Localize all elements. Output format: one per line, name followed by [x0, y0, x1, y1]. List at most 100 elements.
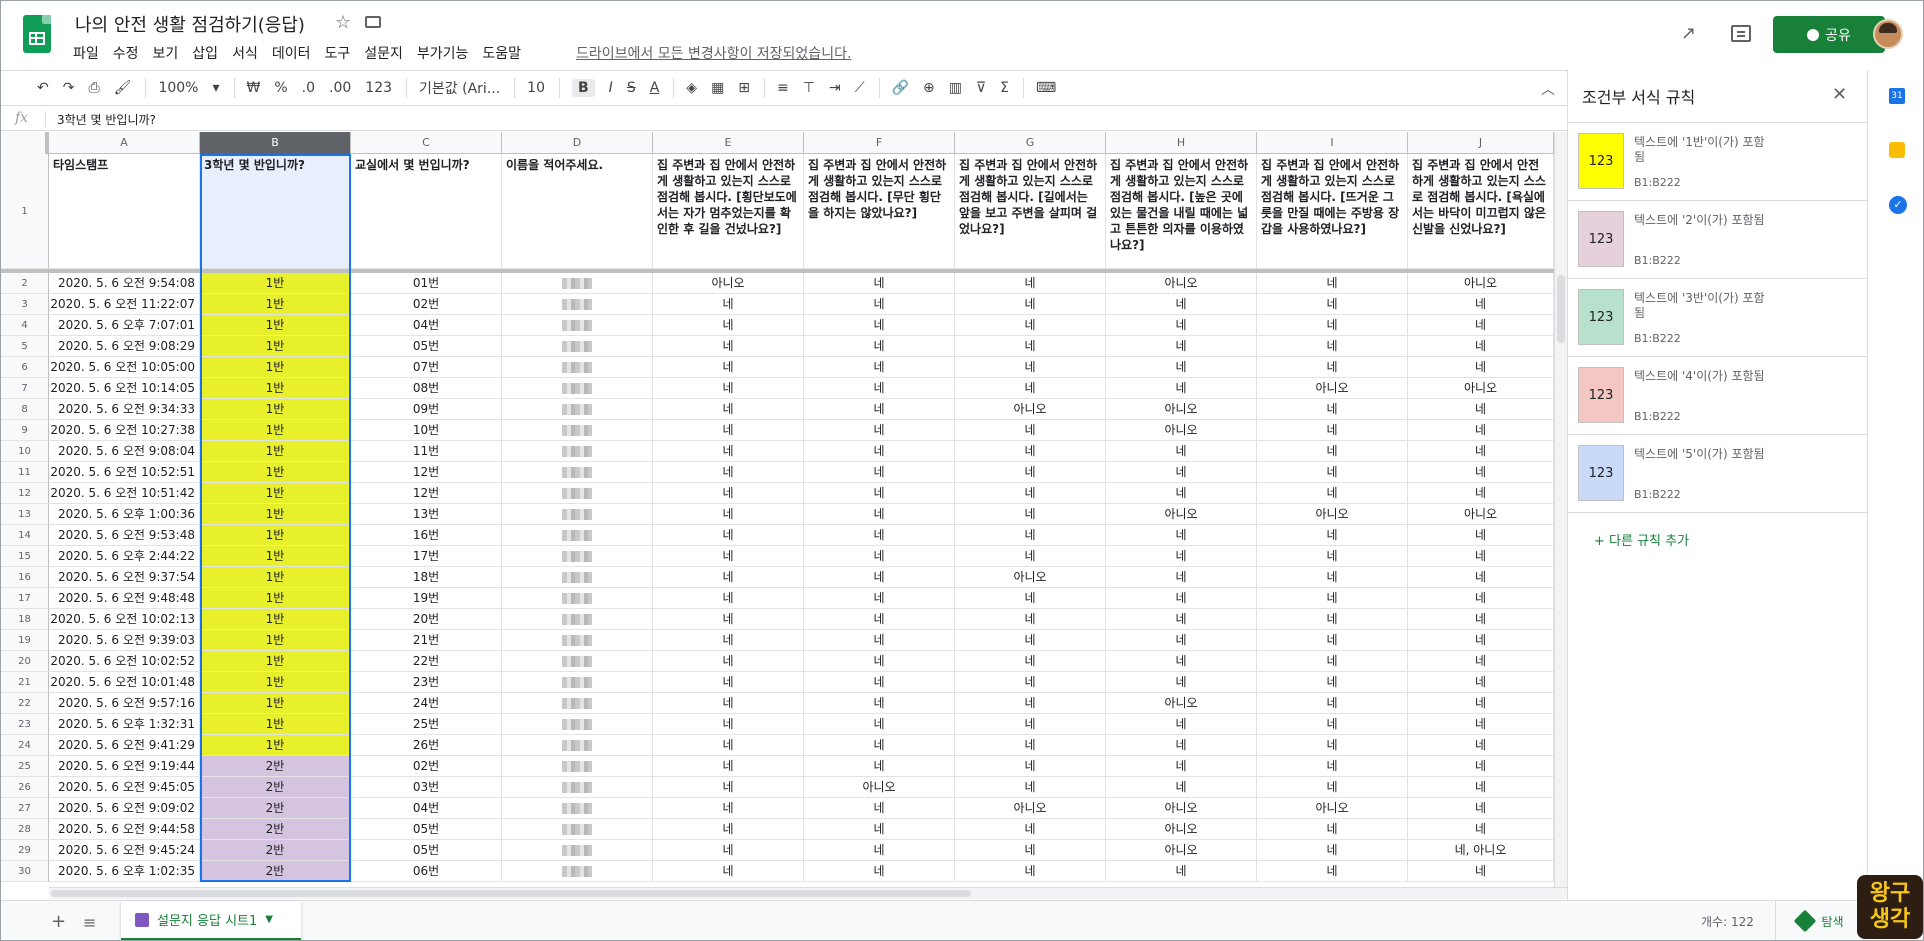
- name-cell-blurred[interactable]: [502, 315, 653, 336]
- answer-cell[interactable]: 네: [1408, 441, 1554, 462]
- class-cell[interactable]: 1반: [200, 588, 351, 609]
- timestamp-cell[interactable]: 2020. 5. 6 오전 9:34:33: [49, 399, 200, 420]
- number-format-select[interactable]: 123: [365, 80, 392, 96]
- answer-cell[interactable]: 네: [1408, 462, 1554, 483]
- seat-number-cell[interactable]: 23번: [351, 672, 502, 693]
- answer-cell[interactable]: 아니오: [1106, 840, 1257, 861]
- percent-button[interactable]: %: [274, 80, 287, 96]
- answer-cell[interactable]: 아니오: [955, 798, 1106, 819]
- name-cell-blurred[interactable]: [502, 756, 653, 777]
- name-cell-blurred[interactable]: [502, 525, 653, 546]
- answer-cell[interactable]: 네: [1408, 420, 1554, 441]
- seat-number-cell[interactable]: 25번: [351, 714, 502, 735]
- answer-cell[interactable]: 네: [1106, 315, 1257, 336]
- tasks-icon[interactable]: ✓: [1889, 196, 1907, 214]
- seat-number-cell[interactable]: 02번: [351, 294, 502, 315]
- answer-cell[interactable]: 네: [955, 336, 1106, 357]
- add-rule-button[interactable]: + 다른 규칙 추가: [1594, 530, 1689, 549]
- answer-cell[interactable]: 네: [955, 672, 1106, 693]
- row-header[interactable]: 29: [1, 840, 49, 861]
- answer-cell[interactable]: 아니오: [1257, 504, 1408, 525]
- name-cell-blurred[interactable]: [502, 840, 653, 861]
- font-size-select[interactable]: 10: [527, 80, 545, 96]
- answer-cell[interactable]: 네: [804, 567, 955, 588]
- timestamp-cell[interactable]: 2020. 5. 6 오후 7:07:01: [49, 315, 200, 336]
- answer-cell[interactable]: 네: [804, 378, 955, 399]
- answer-cell[interactable]: 네: [1257, 357, 1408, 378]
- timestamp-cell[interactable]: 2020. 5. 6 오후 1:00:36: [49, 504, 200, 525]
- answer-cell[interactable]: 네: [1408, 714, 1554, 735]
- answer-cell[interactable]: 네: [1257, 735, 1408, 756]
- class-cell[interactable]: 1반: [200, 693, 351, 714]
- sheets-logo-icon[interactable]: [23, 15, 51, 53]
- answer-cell[interactable]: 네: [1106, 714, 1257, 735]
- answer-cell[interactable]: 네: [955, 756, 1106, 777]
- row-header[interactable]: 8: [1, 399, 49, 420]
- scroll-thumb[interactable]: [1557, 275, 1565, 343]
- answer-cell[interactable]: 네: [955, 462, 1106, 483]
- answer-cell[interactable]: 네: [653, 798, 804, 819]
- comment-icon[interactable]: [1731, 25, 1751, 42]
- class-cell[interactable]: 1반: [200, 609, 351, 630]
- borders-icon[interactable]: ▦: [711, 80, 724, 96]
- row-header[interactable]: 10: [1, 441, 49, 462]
- header-cell[interactable]: 타임스탬프: [49, 154, 200, 269]
- class-cell[interactable]: 1반: [200, 420, 351, 441]
- seat-number-cell[interactable]: 11번: [351, 441, 502, 462]
- class-cell[interactable]: 1반: [200, 357, 351, 378]
- answer-cell[interactable]: 네: [1257, 525, 1408, 546]
- answer-cell[interactable]: 네: [955, 693, 1106, 714]
- class-cell[interactable]: 2반: [200, 777, 351, 798]
- answer-cell[interactable]: 네: [1257, 567, 1408, 588]
- timestamp-cell[interactable]: 2020. 5. 6 오전 9:54:08: [49, 273, 200, 294]
- timestamp-cell[interactable]: 2020. 5. 6 오전 11:22:07: [49, 294, 200, 315]
- explore-button[interactable]: 탐색: [1775, 901, 1865, 940]
- answer-cell[interactable]: 네: [1408, 588, 1554, 609]
- answer-cell[interactable]: 네: [955, 483, 1106, 504]
- answer-cell[interactable]: 네: [653, 861, 804, 882]
- column-header-f[interactable]: F: [804, 132, 955, 154]
- class-cell[interactable]: 1반: [200, 399, 351, 420]
- answer-cell[interactable]: 아니오: [1257, 378, 1408, 399]
- answer-cell[interactable]: 네: [804, 336, 955, 357]
- name-cell-blurred[interactable]: [502, 546, 653, 567]
- fill-color-icon[interactable]: ◈: [686, 80, 697, 96]
- answer-cell[interactable]: 네: [804, 588, 955, 609]
- answer-cell[interactable]: 네: [1106, 672, 1257, 693]
- seat-number-cell[interactable]: 26번: [351, 735, 502, 756]
- answer-cell[interactable]: 네: [955, 504, 1106, 525]
- row-header[interactable]: 13: [1, 504, 49, 525]
- answer-cell[interactable]: 네: [653, 672, 804, 693]
- answer-cell[interactable]: 네: [1257, 441, 1408, 462]
- all-sheets-icon[interactable]: ≡: [83, 913, 96, 932]
- answer-cell[interactable]: 네: [1106, 378, 1257, 399]
- timestamp-cell[interactable]: 2020. 5. 6 오전 9:09:02: [49, 798, 200, 819]
- timestamp-cell[interactable]: 2020. 5. 6 오전 10:01:48: [49, 672, 200, 693]
- answer-cell[interactable]: 네: [653, 840, 804, 861]
- timestamp-cell[interactable]: 2020. 5. 6 오전 9:45:05: [49, 777, 200, 798]
- answer-cell[interactable]: 네: [653, 756, 804, 777]
- add-sheet-icon[interactable]: +: [51, 911, 66, 932]
- answer-cell[interactable]: 네: [1408, 336, 1554, 357]
- undo-icon[interactable]: ↶: [37, 80, 49, 96]
- menu-item[interactable]: 도움말: [482, 43, 521, 63]
- timestamp-cell[interactable]: 2020. 5. 6 오전 10:02:13: [49, 609, 200, 630]
- answer-cell[interactable]: 네: [1106, 441, 1257, 462]
- answer-cell[interactable]: 네: [804, 420, 955, 441]
- timestamp-cell[interactable]: 2020. 5. 6 오후 1:32:31: [49, 714, 200, 735]
- name-cell-blurred[interactable]: [502, 504, 653, 525]
- answer-cell[interactable]: 네: [1408, 756, 1554, 777]
- answer-cell[interactable]: 네: [1106, 609, 1257, 630]
- wrap-icon[interactable]: ⇥: [829, 80, 841, 96]
- answer-cell[interactable]: 네: [955, 861, 1106, 882]
- name-cell-blurred[interactable]: [502, 441, 653, 462]
- italic-button[interactable]: I: [609, 80, 613, 96]
- row-header[interactable]: 15: [1, 546, 49, 567]
- menu-item[interactable]: 데이터: [272, 43, 311, 63]
- timestamp-cell[interactable]: 2020. 5. 6 오전 9:08:04: [49, 441, 200, 462]
- star-icon[interactable]: ☆: [335, 12, 351, 33]
- name-cell-blurred[interactable]: [502, 777, 653, 798]
- answer-cell[interactable]: 네: [955, 714, 1106, 735]
- conditional-rule[interactable]: 123 텍스트에 '4'이(가) 포함됨 B1:B222: [1568, 356, 1867, 433]
- column-header-e[interactable]: E: [653, 132, 804, 154]
